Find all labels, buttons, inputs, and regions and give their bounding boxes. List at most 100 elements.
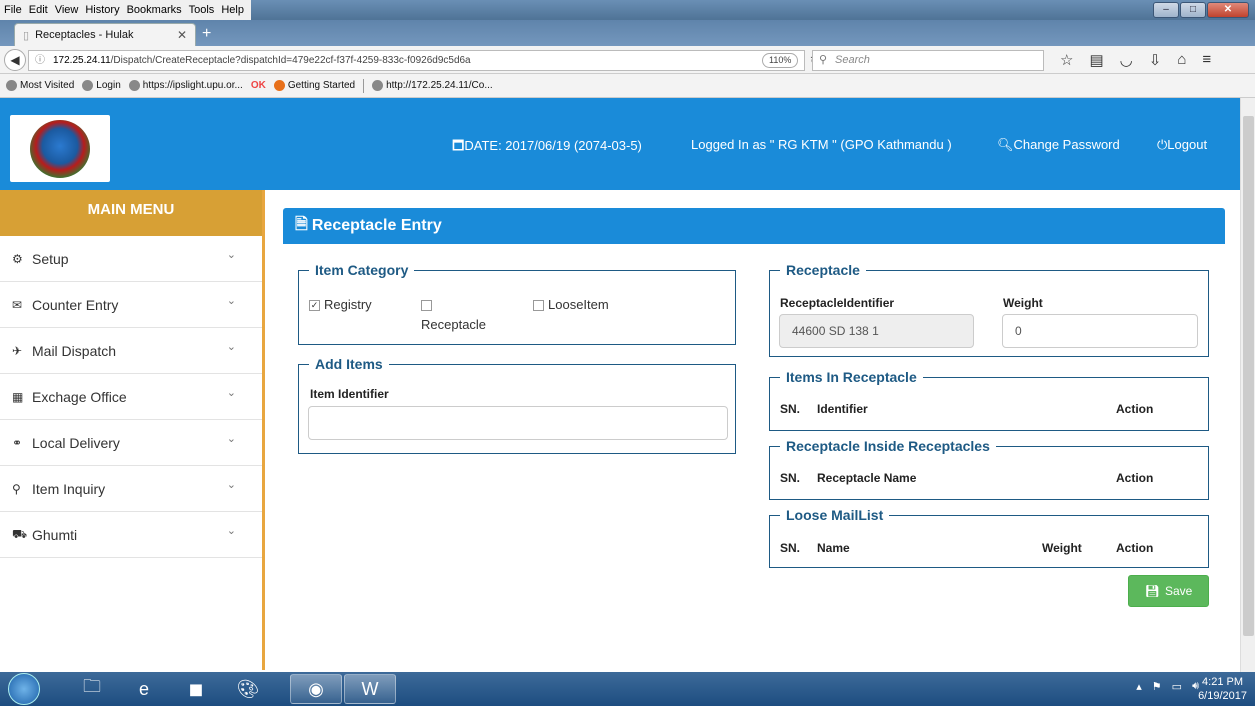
receptacle-inside-legend: Receptacle Inside Receptacles xyxy=(780,438,996,454)
bookmark-getting-started[interactable]: Getting Started xyxy=(273,80,356,91)
change-password-link[interactable]: 🔍︎Change Password xyxy=(997,137,1120,153)
maximize-button[interactable]: □ xyxy=(1180,2,1206,18)
outlook-icon[interactable]: ◼ xyxy=(170,674,222,704)
menu-view[interactable]: View xyxy=(55,4,79,16)
search-placeholder: Search xyxy=(835,54,870,66)
receptacle-identifier-input[interactable]: 44600 SD 138 1 xyxy=(779,314,974,348)
url-bar[interactable]: ⓘ 172.25.24.11/Dispatch/CreateReceptacle… xyxy=(28,50,820,71)
registry-checkbox[interactable]: ✓ Registry xyxy=(309,297,372,312)
bookmark-ipslight[interactable]: https://ipslight.upu.or... xyxy=(128,80,243,91)
back-button[interactable]: ◀ xyxy=(4,49,26,71)
bicycle-icon: ⚭ xyxy=(12,435,23,450)
search-icon: ⚲ xyxy=(12,481,21,496)
network-icon[interactable]: ▭ xyxy=(1172,680,1182,693)
word-icon[interactable]: W xyxy=(344,674,396,704)
download-icon[interactable]: ⇩ xyxy=(1149,51,1162,69)
explorer-icon[interactable]: 🗀 xyxy=(66,674,118,704)
sidebar-item-item-inquiry[interactable]: ⚲ Item Inquiry ⌄ xyxy=(0,466,262,512)
scrollbar-thumb[interactable] xyxy=(1243,116,1254,636)
calendar-icon: 🗖 xyxy=(452,138,465,153)
logout-link[interactable]: ⏻Logout xyxy=(1157,137,1207,153)
menu-bookmarks[interactable]: Bookmarks xyxy=(127,4,182,16)
column-header-action: Action xyxy=(1116,402,1154,416)
ok-icon[interactable]: OK xyxy=(251,80,266,91)
nepal-post-logo[interactable] xyxy=(10,115,110,182)
bookmark-label: Most Visited xyxy=(20,80,75,91)
power-icon: ⏻ xyxy=(1157,137,1168,152)
start-button[interactable] xyxy=(8,673,40,705)
firefox-icon[interactable]: ◉ xyxy=(290,674,342,704)
chevron-down-icon: ⌄ xyxy=(226,479,236,491)
zoom-indicator[interactable]: 110% xyxy=(762,53,799,68)
page-icon: ▯ xyxy=(23,29,30,42)
bookmark-label: Getting Started xyxy=(287,80,356,91)
clock-time: 4:21 PM xyxy=(1202,676,1244,688)
sidebar-item-local-delivery[interactable]: ⚭ Local Delivery ⌄ xyxy=(0,420,262,466)
flag-icon[interactable]: ⚑ xyxy=(1152,680,1162,693)
items-in-receptacle-legend: Items In Receptacle xyxy=(780,369,923,385)
sidebar-item-label: Ghumti xyxy=(32,526,78,543)
date-text: DATE: 2017/06/19 (2074-03-5) xyxy=(464,138,642,153)
bookmark-label: http://172.25.24.11/Co... xyxy=(386,80,493,91)
info-icon[interactable]: ⓘ xyxy=(35,51,45,70)
new-tab-button[interactable]: + xyxy=(202,25,211,43)
bookmark-local-site[interactable]: http://172.25.24.11/Co... xyxy=(372,80,493,91)
item-identifier-input[interactable] xyxy=(308,406,728,440)
minimize-button[interactable]: – xyxy=(1153,2,1179,18)
home-icon[interactable]: ⌂ xyxy=(1177,51,1186,69)
bookmark-login[interactable]: Login xyxy=(82,80,121,91)
sidebar-item-label: Item Inquiry xyxy=(32,480,106,497)
looseitem-checkbox[interactable]: LooseItem xyxy=(533,297,609,312)
browser-menubar: File Edit View History Bookmarks Tools H… xyxy=(0,0,251,20)
checkbox-box xyxy=(533,300,544,312)
receptacle-checkbox[interactable]: Receptacle xyxy=(421,295,501,335)
sidebar-item-ghumti[interactable]: ⛟ Ghumti ⌄ xyxy=(0,512,262,558)
pocket-icon[interactable]: ◡ xyxy=(1120,51,1133,69)
column-header-identifier: Identifier xyxy=(817,402,868,416)
clock[interactable]: 4:21 PM 6/19/2017 xyxy=(1198,675,1247,703)
item-identifier-label: Item Identifier xyxy=(310,387,389,401)
sidebar-item-exchange-office[interactable]: ▦ Exchage Office ⌄ xyxy=(0,374,262,420)
url-host: 172.25.24.11 xyxy=(53,55,111,66)
envelope-icon: ✉ xyxy=(12,297,23,312)
browser-tab[interactable]: ▯ Receptacles - Hulak ✕ xyxy=(14,23,196,46)
registry-label: Registry xyxy=(324,297,372,312)
reading-list-icon[interactable]: ▤ xyxy=(1089,51,1103,69)
search-field[interactable]: ⚲ Search xyxy=(812,50,1044,71)
paint-icon[interactable]: 🎨︎ xyxy=(222,674,274,704)
sidebar: MAIN MENU ⚙ Setup ⌄ ✉ Counter Entry ⌄ ✈ Mail … xyxy=(0,190,265,670)
loose-maillist-legend: Loose MailList xyxy=(780,507,890,523)
bookmark-star-icon[interactable]: ☆ xyxy=(1060,51,1073,69)
emblem-icon xyxy=(30,119,90,178)
column-header-weight: Weight xyxy=(1042,541,1082,555)
menu-file[interactable]: File xyxy=(4,4,22,16)
sidebar-item-label: Mail Dispatch xyxy=(32,342,117,359)
bookmarks-toolbar: Most Visited Login https://ipslight.upu.… xyxy=(0,74,1255,98)
page-scrollbar[interactable] xyxy=(1240,98,1255,672)
menu-tools[interactable]: Tools xyxy=(189,4,215,16)
menu-help[interactable]: Help xyxy=(221,4,244,16)
looseitem-label: LooseItem xyxy=(548,297,609,312)
window-titlebar: File Edit View History Bookmarks Tools H… xyxy=(0,0,1255,20)
save-button[interactable]: 💾︎ Save xyxy=(1128,575,1209,607)
column-header-sn: SN. xyxy=(780,541,801,555)
tab-close-icon[interactable]: ✕ xyxy=(177,28,187,42)
close-window-button[interactable]: ✕ xyxy=(1207,2,1249,18)
change-password-label: Change Password xyxy=(1013,137,1120,152)
menu-history[interactable]: History xyxy=(85,4,119,16)
menu-edit[interactable]: Edit xyxy=(29,4,48,16)
sidebar-item-counter-entry[interactable]: ✉ Counter Entry ⌄ xyxy=(0,282,262,328)
sidebar-item-setup[interactable]: ⚙ Setup ⌄ xyxy=(0,236,262,282)
weight-input[interactable]: 0 xyxy=(1002,314,1198,348)
hamburger-menu-icon[interactable]: ≡ xyxy=(1202,51,1211,69)
internet-explorer-icon[interactable]: e xyxy=(118,674,170,704)
receptacle-legend: Receptacle xyxy=(780,262,866,278)
date-display: 🗖DATE: 2017/06/19 (2074-03-5) xyxy=(452,137,642,159)
sidebar-item-label: Local Delivery xyxy=(32,434,120,451)
chevron-down-icon: ⌄ xyxy=(226,249,236,261)
column-header-receptacle-name: Receptacle Name xyxy=(817,471,917,485)
firefox-icon xyxy=(273,80,285,91)
show-hidden-icons-icon[interactable]: ▴ xyxy=(1136,680,1142,693)
bookmark-most-visited[interactable]: Most Visited xyxy=(6,80,74,91)
sidebar-item-mail-dispatch[interactable]: ✈ Mail Dispatch ⌄ xyxy=(0,328,262,374)
